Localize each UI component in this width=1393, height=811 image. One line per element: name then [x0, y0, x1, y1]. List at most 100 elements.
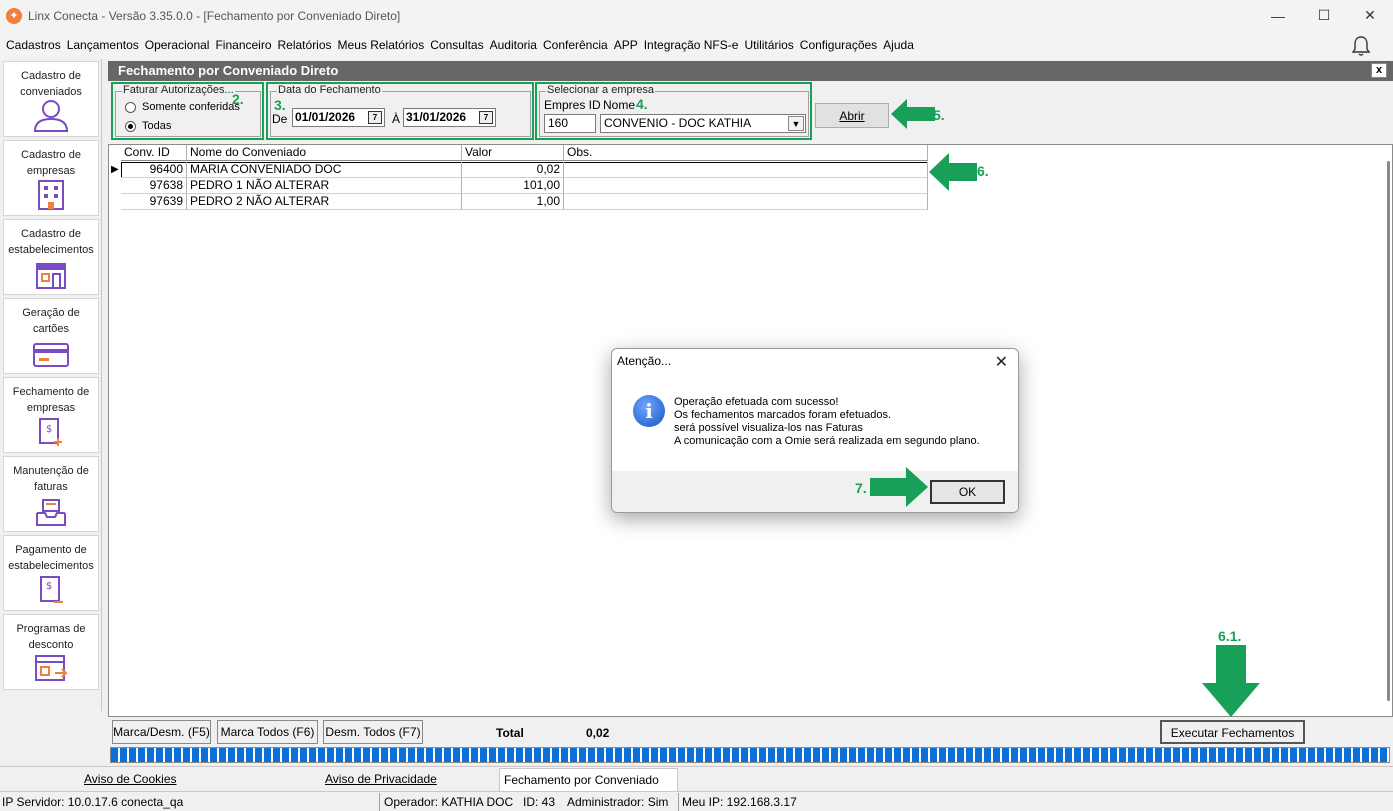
cell-obs[interactable]	[564, 162, 928, 178]
column-header-conv-id[interactable]: Conv. ID	[121, 145, 187, 161]
column-header-obs[interactable]: Obs.	[564, 145, 928, 161]
close-window-button[interactable]: ✕	[1347, 0, 1393, 31]
svg-text:$: $	[46, 581, 52, 592]
radio-somente-conferidas[interactable]: Somente conferidas	[125, 101, 240, 113]
maximize-button[interactable]: ☐	[1301, 0, 1347, 31]
chevron-down-icon[interactable]: ▼	[788, 116, 804, 131]
empresa-nome-value: CONVENIO - DOC KATHIA	[604, 116, 752, 130]
menu-relatorios[interactable]: Relatórios	[275, 38, 335, 52]
date-to-input[interactable]: 31/01/2026 7	[403, 108, 496, 127]
menu-auditoria[interactable]: Auditoria	[487, 38, 540, 52]
inbox-tray-icon	[36, 499, 66, 526]
calendar-icon[interactable]: 7	[479, 111, 493, 124]
window-title: Linx Conecta - Versão 3.35.0.0 - [Fecham…	[28, 8, 401, 23]
building-icon	[38, 180, 64, 210]
message-line: será possível visualiza-los nas Faturas	[674, 422, 863, 434]
cell-obs[interactable]	[564, 194, 928, 210]
minimize-button[interactable]: —	[1255, 0, 1301, 31]
cell-valor: 1,00	[462, 194, 564, 210]
row-pointer-icon: ▶	[111, 164, 119, 175]
menu-integracao-nfse[interactable]: Integração NFS-e	[641, 38, 742, 52]
menu-configuracoes[interactable]: Configurações	[797, 38, 880, 52]
radio-todas[interactable]: Todas	[125, 120, 171, 132]
sidebar-item-pagamento-estabelecimentos[interactable]: Pagamento de estabelecimentos $	[3, 535, 99, 611]
menu-financeiro[interactable]: Financeiro	[212, 38, 274, 52]
menu-consultas[interactable]: Consultas	[427, 38, 486, 52]
empresa-id-input[interactable]: 160	[544, 114, 596, 133]
executar-fechamentos-button[interactable]: Executar Fechamentos	[1160, 720, 1305, 744]
empresa-legend: Selecionar a empresa	[546, 84, 656, 96]
progress-bar	[110, 747, 1390, 763]
ok-button[interactable]: OK	[930, 480, 1005, 504]
annotation-4: 4.	[636, 96, 648, 112]
menu-conferencia[interactable]: Conferência	[540, 38, 611, 52]
cell-nome: MARIA CONVENIADO DOC	[187, 162, 462, 178]
sidebar-item-manutencao-faturas[interactable]: Manutenção de faturas	[3, 456, 99, 532]
annotation-2: 2.	[232, 91, 244, 107]
cell-valor: 0,02	[462, 162, 564, 178]
status-operador: Operador: KATHIA DOC	[384, 795, 514, 809]
cell-nome: PEDRO 2 NÃO ALTERAR	[187, 194, 462, 210]
total-value: 0,02	[586, 726, 610, 740]
sidebar-item-label: Geração de cartões	[22, 307, 80, 335]
menu-app[interactable]: APP	[611, 38, 641, 52]
discount-program-icon	[35, 655, 68, 681]
date-from-input[interactable]: 01/01/2026 7	[292, 108, 385, 127]
de-label: De	[272, 112, 288, 126]
store-icon	[36, 263, 66, 289]
date-from-value: 01/01/2026	[295, 110, 356, 124]
dialog-message: Operação efetuada com sucesso! Os fecham…	[674, 396, 980, 448]
status-admin: Administrador: Sim	[567, 795, 669, 809]
menu-operacional[interactable]: Operacional	[142, 38, 213, 52]
tab-fechamento[interactable]: Fechamento por Conveniado Direto	[499, 768, 678, 809]
cell-conv-id: 97639	[121, 194, 187, 210]
status-meu-ip: Meu IP: 192.168.3.17	[682, 795, 797, 809]
invoice-add-icon: $	[39, 418, 62, 446]
calendar-icon[interactable]: 7	[368, 111, 382, 124]
annotation-7: 7.	[855, 480, 867, 496]
menu-cadastros[interactable]: Cadastros	[3, 38, 64, 52]
sidebar-item-geracao-cartoes[interactable]: Geração de cartões	[3, 298, 99, 374]
sidebar-item-cadastro-estabelecimentos[interactable]: Cadastro de estabelecimentos	[3, 219, 99, 295]
annotation-6: 6.	[977, 163, 989, 179]
vertical-scrollbar[interactable]	[1382, 145, 1392, 716]
desm-todos-button[interactable]: Desm. Todos (F7)	[323, 720, 423, 744]
date-to-value: 31/01/2026	[406, 110, 467, 124]
link-aviso-privacidade[interactable]: Aviso de Privacidade	[325, 772, 437, 786]
form-title: Fechamento por Conveniado Direto	[108, 61, 1393, 81]
sidebar-item-cadastro-empresas[interactable]: Cadastro de empresas	[3, 140, 99, 216]
scrollbar-thumb[interactable]	[1387, 161, 1390, 701]
tab-bar: Aviso de Cookies Aviso de Privacidade Fe…	[0, 766, 1393, 809]
menu-ajuda[interactable]: Ajuda	[880, 38, 917, 52]
column-header-valor[interactable]: Valor	[462, 145, 564, 161]
marca-todos-button[interactable]: Marca Todos (F6)	[217, 720, 318, 744]
marca-desm-button[interactable]: Marca/Desm. (F5)	[112, 720, 211, 744]
bell-icon[interactable]	[1351, 35, 1371, 57]
abrir-button[interactable]: Abrir	[815, 103, 889, 128]
menu-bar: Cadastros Lançamentos Operacional Financ…	[0, 31, 1393, 59]
sidebar-item-fechamento-empresas[interactable]: Fechamento de empresas $	[3, 377, 99, 453]
sidebar-item-cadastro-conveniados[interactable]: Cadastro de conveniados	[3, 61, 99, 137]
status-bar: IP Servidor: 10.0.17.6 conecta_qa Operad…	[0, 791, 1393, 811]
column-header-nome[interactable]: Nome do Conveniado	[187, 145, 462, 161]
close-icon[interactable]: ✕	[995, 352, 1008, 372]
sidebar-item-label: Pagamento de estabelecimentos	[8, 544, 94, 572]
sidebar-item-label: Cadastro de conveniados	[20, 70, 82, 98]
message-line: Operação efetuada com sucesso!	[674, 396, 839, 408]
annotation-6-1: 6.1.	[1218, 628, 1242, 644]
radio-label: Somente conferidas	[142, 101, 240, 113]
menu-lancamentos[interactable]: Lançamentos	[64, 38, 142, 52]
cell-conv-id: 96400	[121, 162, 187, 178]
link-aviso-cookies[interactable]: Aviso de Cookies	[84, 772, 177, 786]
form-close-button[interactable]: x	[1371, 63, 1387, 78]
faturar-legend: Faturar Autorizações...	[122, 84, 235, 96]
app-logo-icon: ✦	[6, 7, 22, 24]
sidebar-item-programas-desconto[interactable]: Programas de desconto	[3, 614, 99, 690]
menu-utilitarios[interactable]: Utilitários	[741, 38, 796, 52]
radio-label: Todas	[142, 120, 172, 132]
cell-obs[interactable]	[564, 178, 928, 194]
arrow-left-icon	[929, 153, 977, 191]
menu-meus-relatorios[interactable]: Meus Relatórios	[335, 38, 428, 52]
data-legend: Data do Fechamento	[277, 84, 382, 96]
empresa-nome-select[interactable]: CONVENIO - DOC KATHIA ▼	[600, 114, 806, 133]
